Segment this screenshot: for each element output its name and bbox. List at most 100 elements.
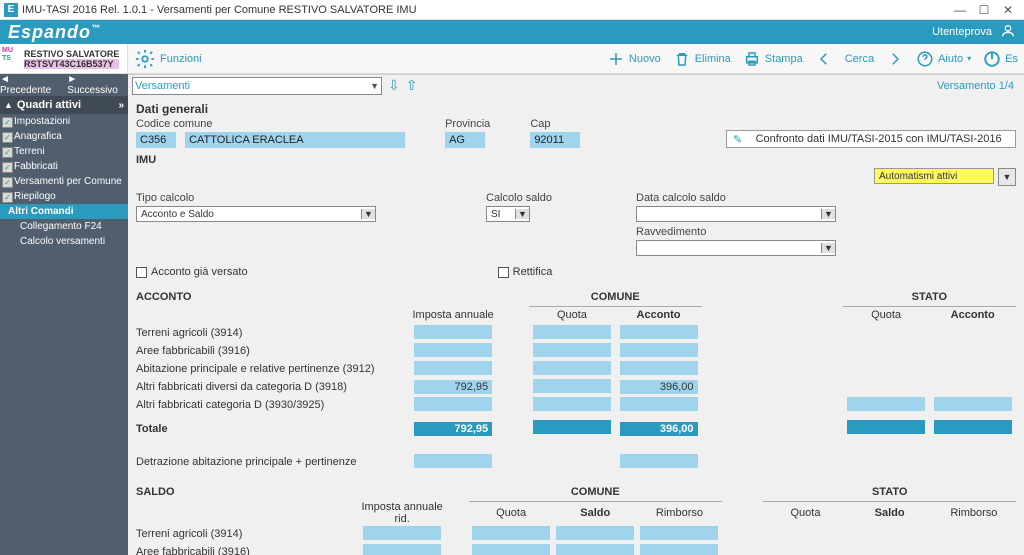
table-cell[interactable]	[472, 544, 550, 555]
acconto-stato-hdr: STATO	[843, 288, 1016, 306]
totale-sq	[847, 420, 925, 434]
table-cell[interactable]	[533, 379, 611, 393]
comune-field[interactable]: CATTOLICA ERACLEA	[185, 132, 405, 148]
nuovo-button[interactable]: Nuovo	[607, 50, 661, 68]
acconto-versato-checkbox[interactable]: Acconto già versato	[136, 266, 248, 278]
totale-cq	[533, 420, 611, 434]
table-cell[interactable]	[620, 397, 698, 411]
cerca-label[interactable]: Cerca	[845, 53, 874, 65]
chevron-icon: »	[118, 100, 124, 111]
confronto-button[interactable]: ✎ Confronto dati IMU/TASI-2015 con IMU/T…	[726, 130, 1016, 148]
table-cell[interactable]	[620, 325, 698, 339]
elimina-button[interactable]: Elimina	[673, 50, 731, 68]
col-acconto-s: Acconto	[929, 306, 1016, 324]
aiuto-button[interactable]: Aiuto▾	[916, 50, 971, 68]
detrazione-label: Detrazione abitazione principale + perti…	[136, 453, 410, 471]
nav-next[interactable]: ► Successivo	[67, 74, 128, 96]
totale-ca: 396,00	[620, 422, 698, 436]
table-cell[interactable]	[556, 544, 634, 555]
person-name: RESTIVO SALVATORE	[24, 49, 119, 59]
col-s-rimb-c: Rimborso	[637, 501, 721, 525]
rettifica-checkbox[interactable]: Rettifica	[498, 266, 553, 278]
sidebar-item-terreni[interactable]: Terreni	[0, 144, 128, 159]
table-cell[interactable]	[472, 526, 550, 540]
table-row-label: Abitazione principale e relative pertine…	[136, 360, 410, 378]
calcolo-saldo-label: Calcolo saldo	[486, 192, 626, 204]
table-cell[interactable]	[533, 325, 611, 339]
stampa-button[interactable]: Stampa	[743, 50, 803, 68]
table-cell[interactable]	[620, 343, 698, 357]
maximize-button[interactable]: ☐	[972, 1, 996, 19]
sidebar-item-riepilogo[interactable]: Riepilogo	[0, 189, 128, 204]
funzioni-button[interactable]: Funzioni	[134, 48, 202, 70]
automatismi-field[interactable]: Automatismi attivi	[874, 168, 994, 184]
table-row-label: Terreni agricoli (3914)	[136, 324, 410, 342]
table-cell[interactable]	[934, 397, 1012, 411]
tipo-calcolo-label: Tipo calcolo	[136, 192, 396, 204]
table-cell[interactable]	[533, 343, 611, 357]
table-cell[interactable]	[414, 343, 492, 357]
esci-button[interactable]: Es	[983, 50, 1018, 68]
cerca-prev-button[interactable]	[815, 50, 833, 68]
col-quota-s: Quota	[843, 306, 930, 324]
calcolo-saldo-field[interactable]: SI▼	[486, 206, 530, 222]
table-row-label: Terreni agricoli (3914)	[136, 525, 360, 543]
table-cell[interactable]	[620, 361, 698, 375]
col-s-quota-s: Quota	[763, 501, 847, 525]
saldo-title: SALDO	[136, 483, 360, 501]
window-title: IMU-TASI 2016 Rel. 1.0.1 - Versamenti pe…	[22, 4, 948, 16]
col-imposta: Imposta annuale	[410, 306, 497, 324]
toolbar: MU TS RESTIVO SALVATORE RSTSVT43C16B537Y…	[0, 44, 1024, 74]
saldo-stato-hdr: STATO	[763, 483, 1016, 501]
table-cell[interactable]	[556, 526, 634, 540]
sidebar-item-anagrafica[interactable]: Anagrafica	[0, 129, 128, 144]
table-row-label: Altri fabbricati categoria D (3930/3925)	[136, 396, 410, 414]
sidebar-sub-calcolo[interactable]: Calcolo versamenti	[0, 234, 128, 249]
nav-prev[interactable]: ◄ Precedente	[0, 74, 61, 96]
detrazione-imp[interactable]	[414, 454, 492, 468]
cap-label: Cap	[530, 118, 580, 130]
table-cell[interactable]	[363, 544, 441, 555]
data-saldo-field[interactable]: ▼	[636, 206, 836, 222]
sidebar-item-altri[interactable]: Altri Comandi	[0, 204, 128, 219]
table-cell[interactable]	[414, 361, 492, 375]
automatismi-dropdown[interactable]: ▼	[998, 168, 1016, 186]
table-cell[interactable]	[640, 544, 718, 555]
sidebar-item-impostazioni[interactable]: Impostazioni	[0, 114, 128, 129]
nav-down-icon[interactable]: ⇩	[388, 77, 400, 94]
close-button[interactable]: ✕	[996, 1, 1020, 19]
detrazione-ca[interactable]	[620, 454, 698, 468]
table-cell[interactable]	[847, 397, 925, 411]
ravvedimento-field[interactable]: ▼	[636, 240, 836, 256]
nav-dropdown[interactable]: Versamenti▼	[132, 77, 382, 95]
table-cell[interactable]	[533, 361, 611, 375]
table-cell[interactable]	[533, 397, 611, 411]
person-box: MU TS RESTIVO SALVATORE RSTSVT43C16B537Y	[0, 44, 128, 73]
table-row-label: Altri fabbricati diversi da categoria D …	[136, 378, 410, 396]
sidebar-sub-f24[interactable]: Collegamento F24	[0, 219, 128, 234]
table-cell[interactable]: 792,95	[414, 380, 492, 394]
table-cell[interactable]: 396,00	[620, 380, 698, 394]
table-cell[interactable]	[363, 526, 441, 540]
table-cell[interactable]	[414, 325, 492, 339]
table-cell[interactable]	[640, 526, 718, 540]
col-s-saldo-c: Saldo	[553, 501, 637, 525]
table-cell[interactable]	[414, 397, 492, 411]
saldo-comune-hdr: COMUNE	[469, 483, 722, 501]
table-row-label: Aree fabbricabili (3916)	[136, 342, 410, 360]
ravvedimento-label: Ravvedimento	[636, 226, 836, 238]
tipo-calcolo-field[interactable]: Acconto e Saldo▼	[136, 206, 376, 222]
nav-up-icon[interactable]: ⇧	[406, 77, 418, 94]
provincia-field[interactable]: AG	[445, 132, 485, 148]
sidebar-item-fabbricati[interactable]: Fabbricati	[0, 159, 128, 174]
minimize-button[interactable]: —	[948, 1, 972, 19]
sidebar-header[interactable]: ▲ Quadri attivi »	[0, 96, 128, 114]
nav-bar: ◄ Precedente ► Successivo Versamenti▼ ⇩ …	[0, 74, 1024, 96]
acconto-title: ACCONTO	[136, 288, 410, 306]
user-icon[interactable]	[1000, 23, 1016, 42]
cap-field[interactable]: 92011	[530, 132, 580, 148]
cerca-next-button[interactable]	[886, 50, 904, 68]
sidebar-item-versamenti[interactable]: Versamenti per Comune	[0, 174, 128, 189]
brand-logo: Espando™	[8, 22, 101, 43]
codice-field[interactable]: C356	[136, 132, 176, 148]
